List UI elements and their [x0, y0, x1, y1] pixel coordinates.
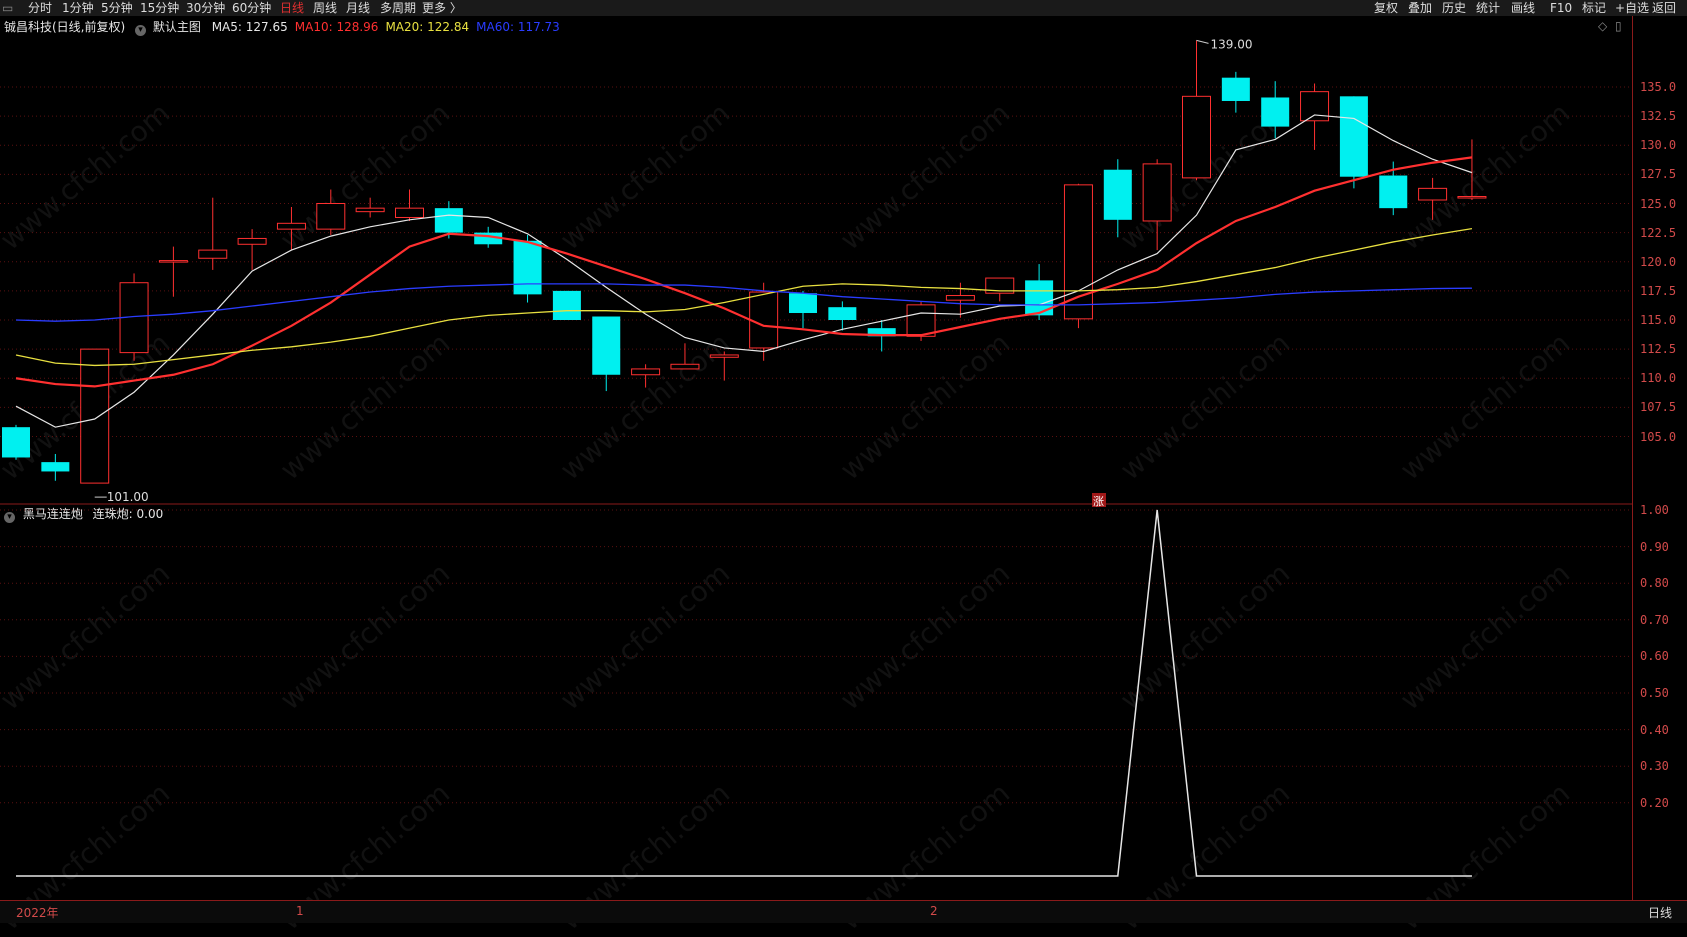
price-tick-label: 112.5 [1640, 342, 1677, 357]
candle-body-down [1261, 97, 1290, 127]
period-tab-3[interactable]: 15分钟 [140, 0, 179, 16]
period-tab-1[interactable]: 1分钟 [62, 0, 94, 16]
price-tick-label: 115.0 [1640, 313, 1677, 327]
candle-body-down [434, 208, 463, 233]
price-tick-label: 130.0 [1640, 138, 1677, 153]
candle-body-up [670, 363, 700, 370]
candle-body-up [945, 295, 975, 301]
candle-body-down [552, 290, 581, 320]
candle-body-up [1142, 163, 1172, 222]
ma-lines [15, 114, 1473, 428]
period-tab-5[interactable]: 60分钟 [232, 0, 271, 16]
price-tick-label: 110.0 [1640, 371, 1677, 386]
price-tick-label: 127.5 [1640, 167, 1677, 182]
candle-body-up [276, 222, 306, 230]
period-tab-2[interactable]: 5分钟 [101, 0, 133, 16]
candle-body-up [198, 249, 228, 259]
candle-body-up [906, 304, 936, 337]
candle-body-down [1221, 77, 1250, 101]
top-toolbar: ▭ 分时 1分钟 5分钟 15分钟 30分钟 60分钟 日线 周线 月线 多周期 更多 〉 复权 叠加… [0, 0, 1687, 16]
candle-body-down [1103, 169, 1132, 220]
candle-body-up [709, 354, 739, 358]
month-label-1: 1 [296, 904, 304, 918]
toolbar-button-3[interactable]: 统计 [1476, 0, 1500, 16]
candle-body-down [789, 293, 817, 314]
period-tab-7[interactable]: 周线 [313, 0, 337, 16]
candle-body-up [395, 207, 424, 218]
period-tab-0[interactable]: 分时 [28, 0, 52, 16]
candle-body-up [1418, 187, 1448, 201]
candle-body-up [237, 237, 267, 245]
candle-body-down [513, 240, 542, 295]
sub-grid [0, 509, 1632, 804]
sub-tick-label: 0.60 [1640, 649, 1669, 664]
sub-indicator-polyline [16, 509, 1472, 877]
candle-body-up [80, 348, 110, 484]
toolbar-button-6[interactable]: 标记 [1582, 0, 1606, 16]
period-label[interactable]: 日线 [1648, 904, 1672, 921]
price-tick-label: 120.0 [1640, 254, 1677, 269]
high-label-pointer [1196, 39, 1209, 44]
main-grid [0, 86, 1632, 437]
sub-indicator-line [16, 509, 1472, 877]
price-tick-label: 122.5 [1640, 225, 1677, 240]
sub-tick-label: 0.50 [1640, 686, 1669, 700]
toolbar-button-0[interactable]: 复权 [1374, 0, 1398, 16]
sub-tick-label: 0.30 [1640, 759, 1669, 774]
candle-body-up [631, 368, 661, 376]
rise-marker-text: 涨 [1093, 495, 1104, 508]
sub-tick-label: 0.90 [1640, 539, 1669, 554]
year-label: 2022年 [16, 906, 59, 920]
price-tick-label: 132.5 [1640, 109, 1677, 124]
sub-tick-label: 1.00 [1640, 503, 1669, 517]
chart-area[interactable]: 139.00 101.00 涨 [0, 16, 1632, 900]
month-label-2: 2 [930, 904, 938, 918]
toolbar-button-7[interactable]: +自选 [1615, 0, 1649, 16]
high-price-label: 139.00 [1211, 37, 1253, 51]
candle-body-down [41, 462, 70, 472]
candle-body-down [1339, 96, 1368, 177]
panel-menu-icon[interactable]: ▭ [2, 0, 13, 16]
sub-tick-label: 0.20 [1640, 795, 1669, 810]
price-tick-label: 125.0 [1640, 196, 1677, 211]
candle-body-up [1457, 196, 1487, 199]
period-tab-9[interactable]: 多周期 [380, 0, 416, 16]
ma-line-ma20 [15, 228, 1473, 367]
price-tick-label: 105.0 [1640, 429, 1677, 444]
toolbar-button-8[interactable]: 返回 [1652, 0, 1676, 16]
toolbar-button-1[interactable]: 叠加 [1408, 0, 1432, 16]
candle-body-up [749, 291, 779, 349]
candle-body-up [1063, 184, 1093, 320]
toolbar-button-5[interactable]: F10 [1550, 0, 1572, 16]
sub-tick-label: 0.70 [1640, 612, 1669, 627]
candle-body-up [316, 203, 346, 230]
price-tick-label: 107.5 [1640, 400, 1677, 415]
candle-body-down [828, 307, 857, 320]
ma-line-ma60 [15, 283, 1472, 322]
candle-body-up [355, 207, 385, 213]
candle-body-up [1182, 95, 1211, 179]
candle-body-down [592, 316, 621, 375]
time-axis: 2022年 1 2 日线 [0, 900, 1687, 923]
candle-body-down [2, 427, 30, 458]
price-tick-label: 117.5 [1640, 283, 1677, 298]
price-tick-label: 135.0 [1640, 80, 1677, 94]
candle-body-up [158, 260, 188, 263]
toolbar-button-2[interactable]: 历史 [1442, 0, 1466, 16]
sub-tick-label: 0.40 [1640, 722, 1669, 737]
sub-tick-label: 0.80 [1640, 576, 1669, 591]
low-price-label: 101.00 [107, 490, 149, 504]
period-tab-10[interactable]: 更多 〉 [422, 0, 462, 16]
candle-body-down [1379, 175, 1408, 209]
period-tab-4[interactable]: 30分钟 [186, 0, 225, 16]
toolbar-button-4[interactable]: 画线 [1511, 0, 1535, 16]
period-tab-6[interactable]: 日线 [280, 0, 304, 16]
period-tab-8[interactable]: 月线 [346, 0, 370, 16]
